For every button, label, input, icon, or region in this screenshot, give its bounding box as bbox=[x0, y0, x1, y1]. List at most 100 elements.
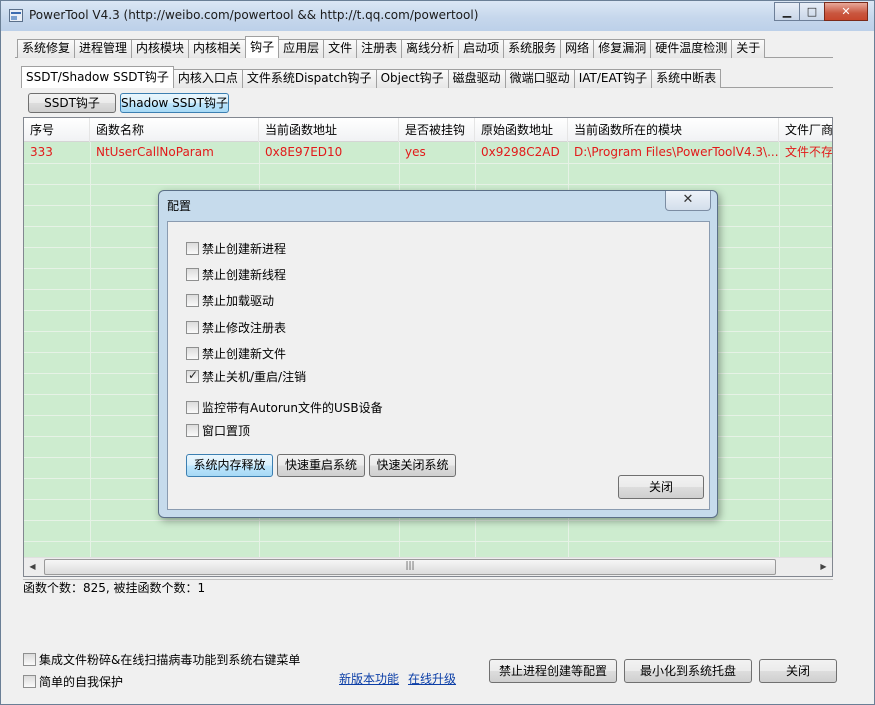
main-tab-strip: 系统修复 进程管理 内核模块 内核相关 钩子 应用层 文件 注册表 离线分析 启… bbox=[17, 36, 766, 58]
column-function-name[interactable]: 函数名称 bbox=[90, 118, 259, 142]
tab-files[interactable]: 文件 bbox=[323, 39, 358, 58]
ssdt-hooks-button[interactable]: SSDT钩子 bbox=[28, 93, 116, 113]
checkbox-context-menu-integration[interactable]: 集成文件粉碎&在线扫描病毒功能到系统右键菜单 bbox=[23, 651, 300, 668]
status-text: 函数个数：825, 被挂函数个数：1 bbox=[23, 579, 833, 596]
subtab-miniport-driver[interactable]: 微端口驱动 bbox=[504, 69, 575, 88]
column-index[interactable]: 序号 bbox=[24, 118, 90, 142]
table-row[interactable]: 333 NtUserCallNoParam 0x8E97ED10 yes 0x9… bbox=[24, 142, 832, 163]
tab-hooks[interactable]: 钩子 bbox=[245, 36, 280, 58]
subtab-ssdt-shadow[interactable]: SSDT/Shadow SSDT钩子 bbox=[21, 66, 174, 88]
checkbox-block-driver-load[interactable]: 禁止加载驱动 bbox=[186, 292, 274, 309]
title-bar: PowerTool V4.3 (http://weibo.com/powerto… bbox=[1, 1, 874, 31]
tab-hardware-temperature[interactable]: 硬件温度检测 bbox=[650, 39, 733, 58]
column-hooked[interactable]: 是否被挂钩 bbox=[399, 118, 475, 142]
subtab-iat-eat[interactable]: IAT/EAT钩子 bbox=[573, 69, 653, 88]
tab-system-repair[interactable]: 系统修复 bbox=[17, 39, 76, 58]
checkbox-box[interactable] bbox=[23, 675, 36, 688]
window-title: PowerTool V4.3 (http://weibo.com/powerto… bbox=[29, 8, 479, 22]
scrollbar-thumb[interactable]: ||| bbox=[44, 559, 776, 575]
shadow-ssdt-hooks-button[interactable]: Shadow SSDT钩子 bbox=[120, 93, 229, 113]
quick-restart-button[interactable]: 快速重启系统 bbox=[277, 454, 365, 477]
checkbox-label: 简单的自我保护 bbox=[39, 675, 124, 689]
checkbox-block-new-file[interactable]: 禁止创建新文件 bbox=[186, 345, 286, 362]
checkbox-box[interactable] bbox=[186, 368, 199, 383]
checkbox-label: 集成文件粉碎&在线扫描病毒功能到系统右键菜单 bbox=[39, 653, 301, 667]
close-button[interactable]: 关闭 bbox=[759, 659, 837, 683]
table-header: 序号 函数名称 当前函数地址 是否被挂钩 原始函数地址 当前函数所在的模块 文件… bbox=[24, 118, 832, 142]
cell-hooked: yes bbox=[405, 145, 426, 159]
maximize-button[interactable]: □ bbox=[799, 2, 825, 21]
cell-index: 333 bbox=[30, 145, 53, 159]
checkbox-box[interactable] bbox=[186, 401, 199, 414]
checkbox-block-shutdown[interactable]: 禁止关机/重启/注销 bbox=[186, 368, 306, 385]
dialog-close-action-button[interactable]: 关闭 bbox=[618, 475, 704, 499]
tab-patch-vulnerabilities[interactable]: 修复漏洞 bbox=[593, 39, 652, 58]
checkbox-label: 禁止创建新进程 bbox=[202, 242, 287, 256]
checkbox-box[interactable] bbox=[186, 268, 199, 281]
tab-network[interactable]: 网络 bbox=[560, 39, 595, 58]
tab-startup[interactable]: 启动项 bbox=[458, 39, 505, 58]
dialog-close-button[interactable]: ✕ bbox=[665, 191, 711, 211]
checkbox-box[interactable] bbox=[186, 242, 199, 255]
checkbox-box[interactable] bbox=[186, 321, 199, 334]
checkbox-label: 禁止修改注册表 bbox=[202, 321, 287, 335]
cell-original-address: 0x9298C2AD bbox=[481, 145, 560, 159]
main-window: PowerTool V4.3 (http://weibo.com/powerto… bbox=[0, 0, 875, 705]
column-current-address[interactable]: 当前函数地址 bbox=[259, 118, 399, 142]
checkbox-label: 禁止创建新文件 bbox=[202, 347, 287, 361]
cell-module: D:\Program Files\PowerToolV4.3\... bbox=[574, 145, 779, 159]
sub-tab-strip: SSDT/Shadow SSDT钩子 内核入口点 文件系统Dispatch钩子 … bbox=[21, 66, 722, 88]
close-icon: ✕ bbox=[682, 192, 694, 207]
subtab-kernel-entry[interactable]: 内核入口点 bbox=[172, 69, 243, 88]
new-features-link[interactable]: 新版本功能 bbox=[339, 670, 399, 687]
dialog-body: 禁止创建新进程 禁止创建新线程 禁止加载驱动 禁止修改注册表 禁止创建新文件 禁… bbox=[167, 221, 710, 510]
close-window-button[interactable]: ✕ bbox=[824, 2, 868, 21]
checkbox-box[interactable] bbox=[186, 424, 199, 437]
checkbox-box[interactable] bbox=[186, 294, 199, 307]
column-module[interactable]: 当前函数所在的模块 bbox=[568, 118, 779, 142]
subtab-fs-dispatch[interactable]: 文件系统Dispatch钩子 bbox=[241, 69, 377, 88]
minimize-button[interactable]: ▁ bbox=[774, 2, 800, 21]
checkbox-block-new-process[interactable]: 禁止创建新进程 bbox=[186, 240, 286, 257]
checkbox-label: 禁止加载驱动 bbox=[202, 294, 275, 308]
checkbox-block-new-thread[interactable]: 禁止创建新线程 bbox=[186, 266, 286, 283]
column-original-address[interactable]: 原始函数地址 bbox=[475, 118, 568, 142]
maximize-icon: □ bbox=[806, 5, 818, 18]
tab-registry[interactable]: 注册表 bbox=[356, 39, 403, 58]
checkbox-self-protection[interactable]: 简单的自我保护 bbox=[23, 673, 123, 690]
tab-about[interactable]: 关于 bbox=[731, 39, 766, 58]
checkbox-box[interactable] bbox=[23, 653, 36, 666]
subtab-object-hooks[interactable]: Object钩子 bbox=[375, 69, 449, 88]
close-icon: ✕ bbox=[841, 5, 851, 18]
minimize-to-tray-button[interactable]: 最小化到系统托盘 bbox=[624, 659, 752, 683]
checkbox-box[interactable] bbox=[186, 347, 199, 360]
config-dialog: 配置 ✕ 禁止创建新进程 禁止创建新线程 禁止加载驱动 禁止修改注册表 禁止创建… bbox=[158, 190, 718, 518]
checkbox-label: 监控带有Autorun文件的USB设备 bbox=[202, 401, 383, 415]
scroll-right-icon[interactable]: ▶ bbox=[815, 558, 832, 576]
subtab-disk-driver[interactable]: 磁盘驱动 bbox=[447, 69, 506, 88]
app-icon bbox=[9, 9, 23, 22]
checkbox-label: 窗口置顶 bbox=[202, 424, 251, 438]
tab-system-services[interactable]: 系统服务 bbox=[503, 39, 562, 58]
horizontal-scrollbar[interactable]: ◀ ||| ▶ bbox=[24, 557, 832, 576]
free-memory-button[interactable]: 系统内存释放 bbox=[186, 454, 273, 477]
tab-kernel-modules[interactable]: 内核模块 bbox=[131, 39, 190, 58]
checkbox-window-topmost[interactable]: 窗口置顶 bbox=[186, 422, 250, 439]
checkbox-label: 禁止创建新线程 bbox=[202, 268, 287, 282]
block-process-config-button[interactable]: 禁止进程创建等配置 bbox=[489, 659, 617, 683]
scroll-left-icon[interactable]: ◀ bbox=[24, 558, 41, 576]
online-upgrade-link[interactable]: 在线升级 bbox=[408, 670, 456, 687]
checkbox-block-registry-edit[interactable]: 禁止修改注册表 bbox=[186, 319, 286, 336]
checkbox-monitor-autorun-usb[interactable]: 监控带有Autorun文件的USB设备 bbox=[186, 399, 383, 416]
tab-process-manager[interactable]: 进程管理 bbox=[74, 39, 133, 58]
tab-kernel-related[interactable]: 内核相关 bbox=[188, 39, 247, 58]
cell-current-address: 0x8E97ED10 bbox=[265, 145, 343, 159]
cell-vendor: 文件不存 bbox=[785, 145, 833, 159]
column-vendor[interactable]: 文件厂商 bbox=[779, 118, 832, 142]
checkbox-label: 禁止关机/重启/注销 bbox=[202, 370, 307, 384]
tab-offline-analysis[interactable]: 离线分析 bbox=[401, 39, 460, 58]
cell-function-name: NtUserCallNoParam bbox=[96, 145, 214, 159]
quick-shutdown-button[interactable]: 快速关闭系统 bbox=[369, 454, 456, 477]
tab-application-layer[interactable]: 应用层 bbox=[278, 39, 325, 58]
subtab-interrupt-table[interactable]: 系统中断表 bbox=[651, 69, 722, 88]
